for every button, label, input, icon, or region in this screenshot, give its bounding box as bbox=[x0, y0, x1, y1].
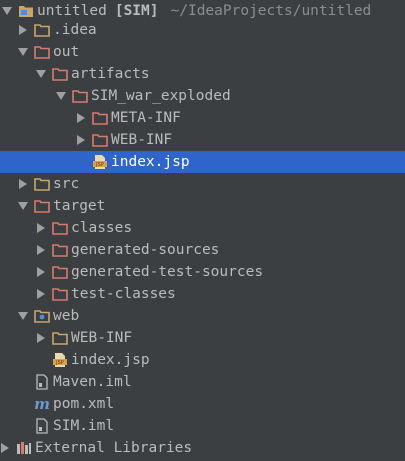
tree-row-classes[interactable]: classes bbox=[0, 217, 405, 239]
collapsed-arrow-icon[interactable] bbox=[18, 19, 28, 41]
tree-item-label: WEB-INF bbox=[111, 132, 173, 148]
maven-icon: m bbox=[34, 396, 50, 412]
tree-row-maven-iml[interactable]: Maven.iml bbox=[0, 371, 405, 393]
jsp-icon-text: JSP bbox=[95, 162, 104, 168]
excluded-folder-icon bbox=[72, 88, 88, 104]
tree-row-out[interactable]: out bbox=[0, 41, 405, 63]
iml-file-icon bbox=[34, 374, 50, 390]
tree-row-web-inf-out[interactable]: WEB-INF bbox=[0, 129, 405, 151]
excluded-folder-icon bbox=[92, 110, 108, 126]
excluded-folder-icon bbox=[34, 44, 50, 60]
tree-item-label: index.jsp bbox=[71, 352, 150, 368]
project-module-folder-icon bbox=[18, 3, 34, 19]
tree-row-idea[interactable]: .idea bbox=[0, 19, 405, 41]
jsp-icon-text: JSP bbox=[55, 360, 64, 366]
folder-icon bbox=[52, 330, 68, 346]
excluded-folder-icon bbox=[52, 286, 68, 302]
collapsed-arrow-icon[interactable] bbox=[36, 239, 46, 261]
tree-row-src[interactable]: src bbox=[0, 173, 405, 195]
expanded-arrow-icon[interactable] bbox=[36, 63, 46, 85]
tree-row-target[interactable]: target bbox=[0, 195, 405, 217]
collapsed-arrow-icon[interactable] bbox=[36, 283, 46, 305]
tree-item-label: SIM.iml bbox=[53, 418, 115, 434]
tree-item-label: artifacts bbox=[71, 66, 150, 82]
tree-row-index-jsp-out-selected[interactable]: JSP index.jsp bbox=[0, 151, 405, 173]
tree-row-web-inf-web[interactable]: WEB-INF bbox=[0, 327, 405, 349]
collapsed-arrow-icon[interactable] bbox=[36, 261, 46, 283]
jsp-file-icon: JSP bbox=[92, 154, 108, 170]
collapsed-arrow-icon[interactable] bbox=[76, 129, 86, 151]
tree-item-label: test-classes bbox=[71, 286, 176, 302]
expanded-arrow-icon[interactable] bbox=[18, 305, 28, 327]
jsp-file-icon: JSP bbox=[52, 352, 68, 368]
excluded-folder-icon bbox=[52, 242, 68, 258]
tree-row-test-classes[interactable]: test-classes bbox=[0, 283, 405, 305]
excluded-folder-icon bbox=[92, 132, 108, 148]
tree-item-label: generated-test-sources bbox=[71, 264, 264, 280]
web-folder-icon bbox=[34, 308, 50, 324]
excluded-folder-icon bbox=[52, 66, 68, 82]
tree-item-label: target bbox=[53, 198, 106, 214]
collapsed-arrow-icon[interactable] bbox=[76, 107, 86, 129]
collapsed-arrow-icon[interactable] bbox=[0, 437, 10, 459]
tree-item-label: Maven.iml bbox=[53, 374, 132, 390]
folder-icon bbox=[34, 176, 50, 192]
tree-item-label: generated-sources bbox=[71, 242, 220, 258]
tree-item-label: index.jsp bbox=[111, 154, 190, 170]
tree-item-label: .idea bbox=[53, 22, 97, 38]
maven-icon-text: m bbox=[34, 396, 50, 412]
tree-item-label: pom.xml bbox=[53, 396, 115, 412]
tree-item-label: WEB-INF bbox=[71, 330, 133, 346]
excluded-folder-icon bbox=[34, 198, 50, 214]
tree-row-artifacts[interactable]: artifacts bbox=[0, 63, 405, 85]
tree-row-web[interactable]: web bbox=[0, 305, 405, 327]
tree-item-label: SIM_war_exploded bbox=[91, 88, 231, 104]
tree-item-label: web bbox=[53, 308, 80, 324]
tree-row-sim-war-exploded[interactable]: SIM_war_exploded bbox=[0, 85, 405, 107]
tree-item-label: src bbox=[53, 176, 80, 192]
project-tree: untitled [SIM] ~/IdeaProjects/untitled .… bbox=[0, 0, 405, 461]
expanded-arrow-icon[interactable] bbox=[56, 85, 66, 107]
tree-item-label: classes bbox=[71, 220, 133, 236]
tree-row-pom-xml[interactable]: m pom.xml bbox=[0, 393, 405, 415]
expanded-arrow-icon[interactable] bbox=[18, 41, 28, 63]
collapsed-arrow-icon[interactable] bbox=[18, 173, 28, 195]
tree-item-label: External Libraries bbox=[35, 440, 193, 456]
tree-row-generated-sources[interactable]: generated-sources bbox=[0, 239, 405, 261]
tree-row-sim-iml[interactable]: SIM.iml bbox=[0, 415, 405, 437]
tree-item-label: META-INF bbox=[111, 110, 181, 126]
collapsed-arrow-icon[interactable] bbox=[36, 217, 46, 239]
tree-row-meta-inf[interactable]: META-INF bbox=[0, 107, 405, 129]
collapsed-arrow-icon[interactable] bbox=[36, 327, 46, 349]
library-icon bbox=[16, 440, 32, 456]
folder-icon bbox=[34, 22, 50, 38]
tree-row-generated-test-sources[interactable]: generated-test-sources bbox=[0, 261, 405, 283]
tree-row-index-jsp-web[interactable]: JSP index.jsp bbox=[0, 349, 405, 371]
iml-file-icon bbox=[34, 418, 50, 434]
excluded-folder-icon bbox=[52, 220, 68, 236]
excluded-folder-icon bbox=[52, 264, 68, 280]
tree-row-external-libraries[interactable]: External Libraries bbox=[0, 437, 405, 459]
expanded-arrow-icon[interactable] bbox=[18, 195, 28, 217]
tree-item-label: out bbox=[53, 44, 80, 60]
